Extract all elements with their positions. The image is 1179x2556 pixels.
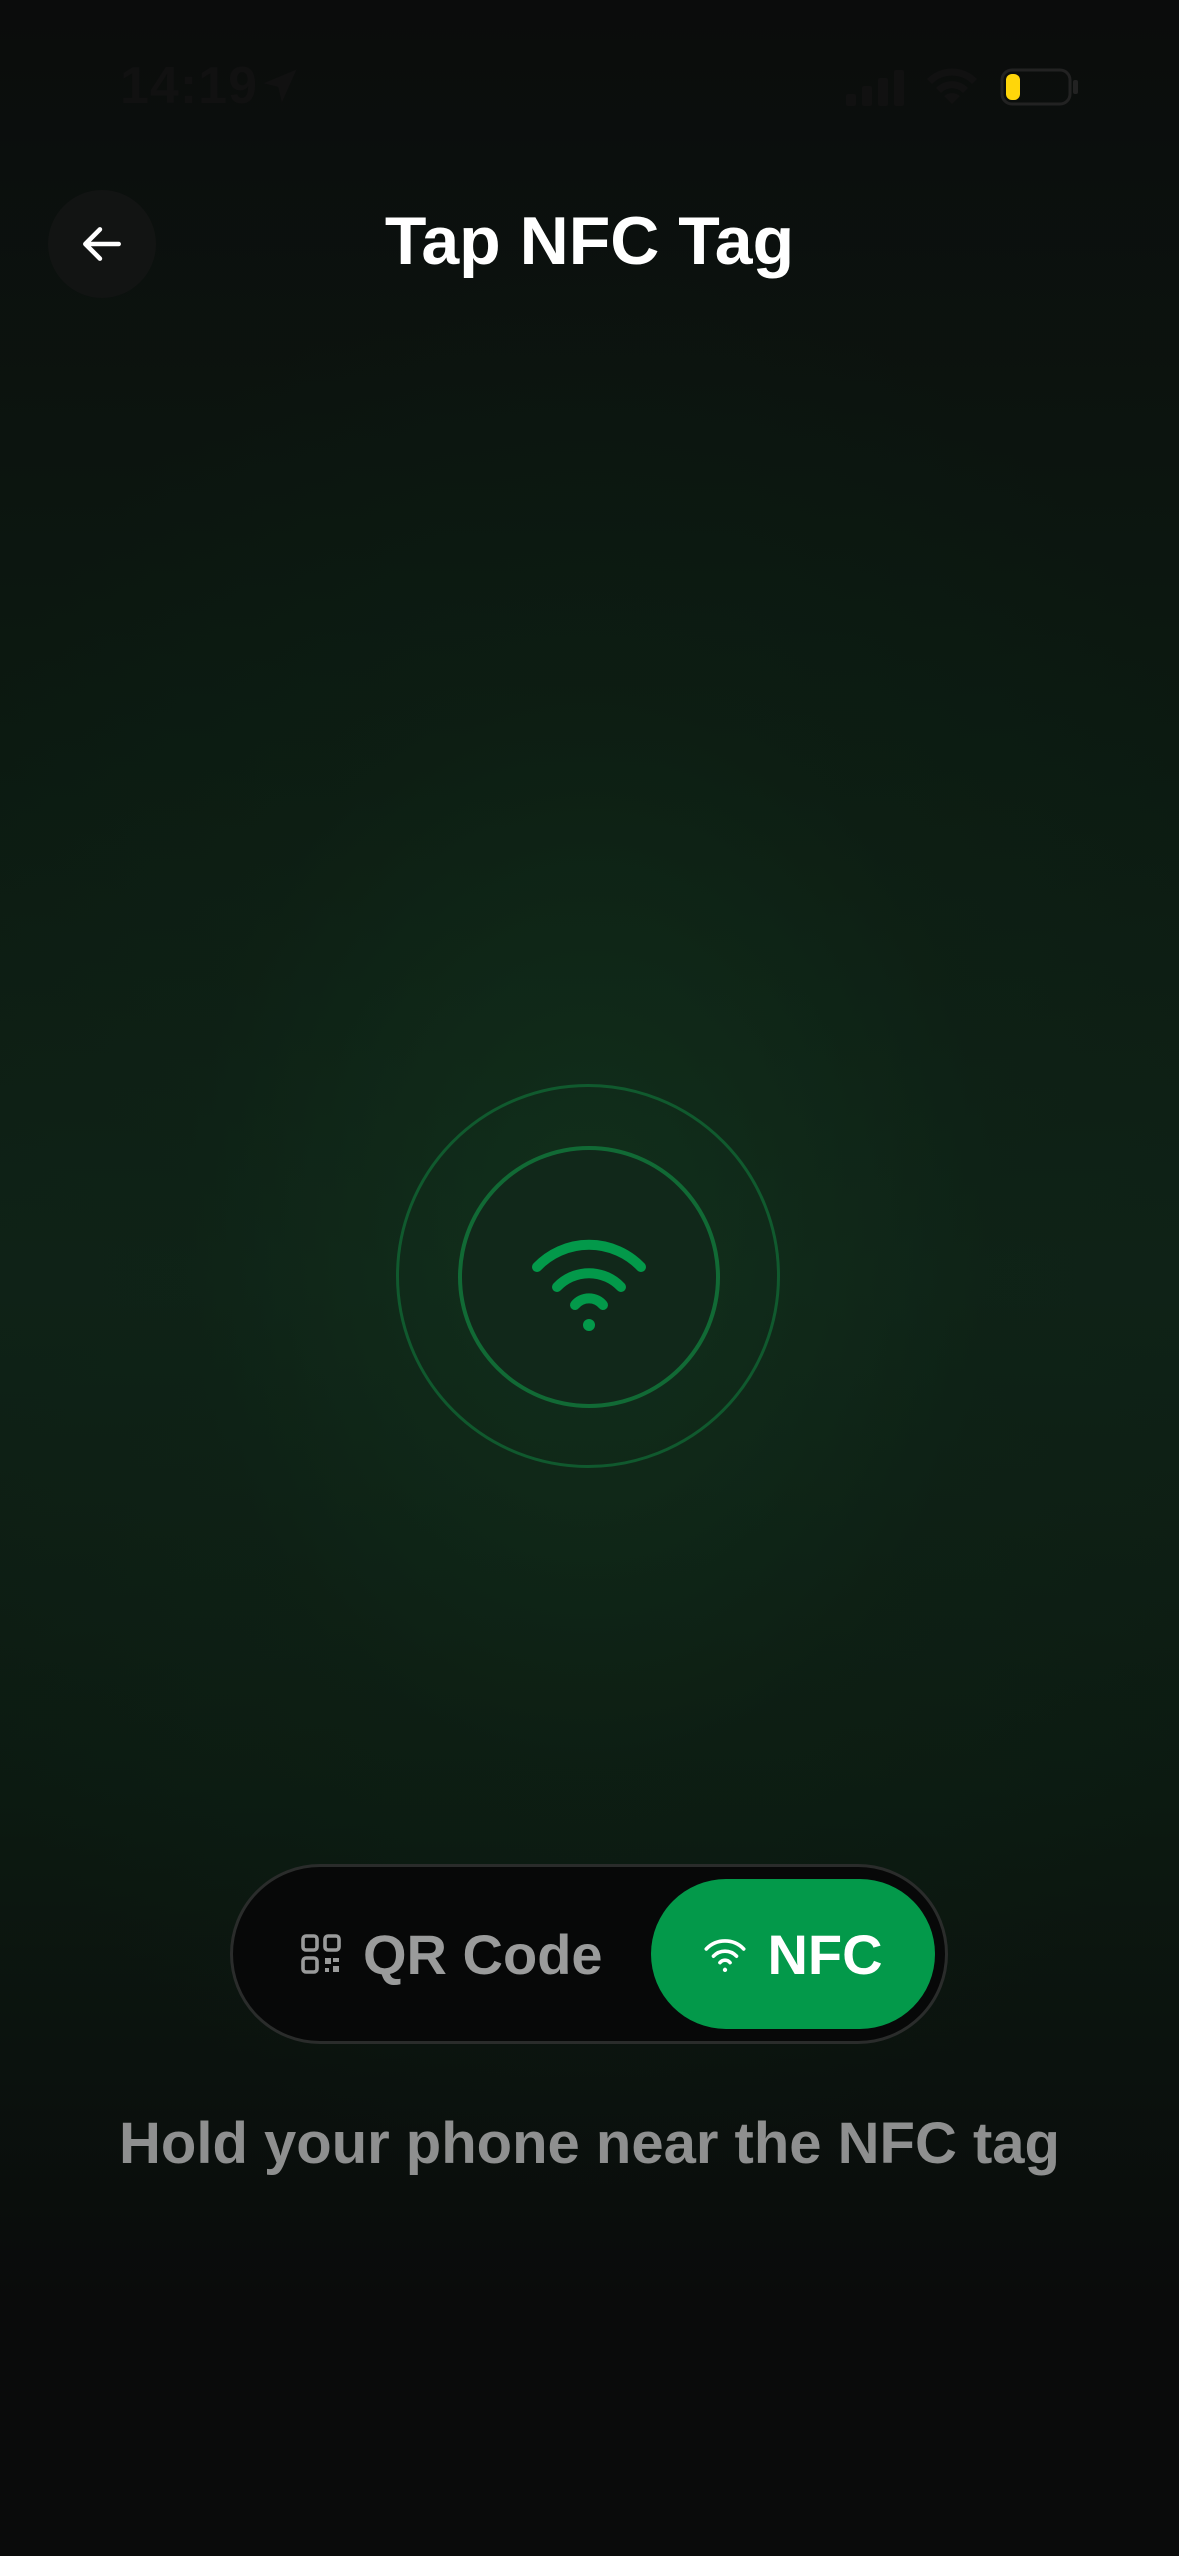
- instruction-text: Hold your phone near the NFC tag: [119, 2111, 1060, 2176]
- nfc-option[interactable]: NFC: [651, 1879, 935, 2029]
- qr-code-icon: [301, 1934, 341, 1974]
- qr-code-label: QR Code: [363, 1922, 603, 1986]
- battery-icon: [1000, 68, 1078, 106]
- cellular-signal-icon: [846, 70, 904, 106]
- nfc-waves-icon: [532, 1239, 646, 1331]
- page-title: Tap NFC Tag: [384, 203, 795, 279]
- location-arrow-icon: [263, 69, 297, 103]
- nfc-indicator: [458, 1146, 720, 1408]
- nfc-label: NFC: [767, 1922, 883, 1986]
- status-bar: 14:19: [0, 0, 1179, 170]
- qr-code-option[interactable]: QR Code: [301, 1867, 603, 2041]
- wifi-status-icon: [927, 68, 977, 104]
- status-time: 14:19: [120, 57, 258, 115]
- scan-mode-toggle: QR Code NFC: [230, 1864, 948, 2044]
- nfc-scan-screen: 14:19 Tap NFC Tag QR Code NFC Hold your …: [0, 0, 1179, 2556]
- nfc-icon: [704, 1939, 746, 1972]
